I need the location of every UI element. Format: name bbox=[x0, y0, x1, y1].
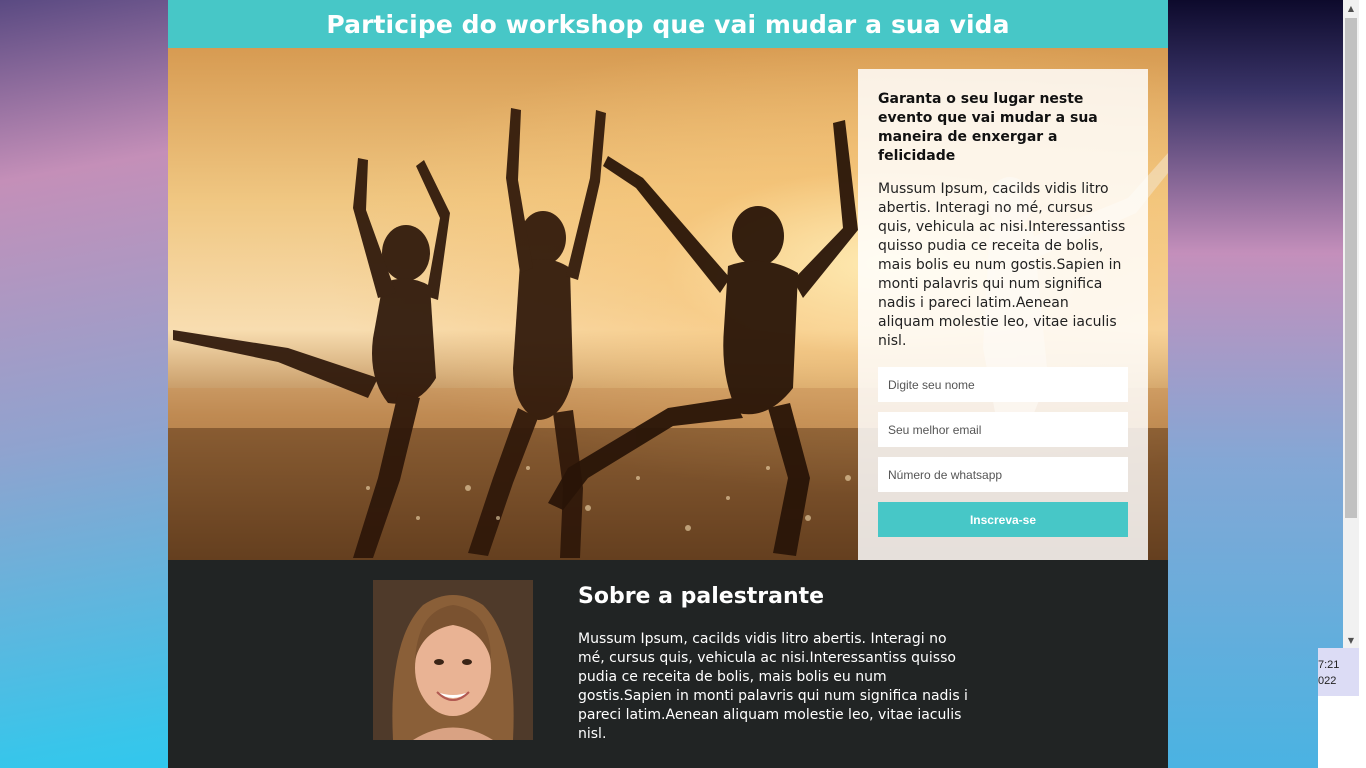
signup-card: Garanta o seu lugar neste evento que vai… bbox=[858, 69, 1148, 560]
clock-time: 7:21 bbox=[1318, 659, 1340, 671]
email-input[interactable] bbox=[878, 412, 1128, 447]
vertical-scrollbar[interactable]: ▲ ▼ bbox=[1343, 0, 1359, 648]
speaker-photo bbox=[373, 580, 533, 740]
signup-heading: Garanta o seu lugar neste evento que vai… bbox=[878, 91, 1098, 164]
page-title: Participe do workshop que vai mudar a su… bbox=[326, 9, 1010, 39]
clock-date: 022 bbox=[1318, 675, 1337, 687]
signup-description: Mussum Ipsum, cacilds vidis litro aberti… bbox=[878, 181, 1126, 349]
hero-section: Garanta o seu lugar neste evento que vai… bbox=[168, 48, 1168, 560]
screen-edge bbox=[1359, 0, 1366, 768]
taskbar-blank bbox=[1318, 696, 1366, 768]
about-speaker-section: Sobre a palestrante Mussum Ipsum, cacild… bbox=[168, 560, 1168, 768]
subscribe-button[interactable]: Inscreva-se bbox=[878, 502, 1128, 537]
landing-page: Participe do workshop que vai mudar a su… bbox=[168, 0, 1168, 768]
taskbar-clock[interactable]: 7:21 022 bbox=[1318, 648, 1359, 696]
about-title: Sobre a palestrante bbox=[578, 584, 825, 609]
name-input[interactable] bbox=[878, 367, 1128, 402]
about-description: Mussum Ipsum, cacilds vidis litro aberti… bbox=[578, 631, 968, 742]
whatsapp-input[interactable] bbox=[878, 457, 1128, 492]
scrollbar-thumb[interactable] bbox=[1345, 18, 1357, 518]
desktop-wallpaper-right bbox=[1168, 0, 1343, 768]
scroll-down-arrow-icon[interactable]: ▼ bbox=[1343, 632, 1359, 648]
scroll-up-arrow-icon[interactable]: ▲ bbox=[1343, 0, 1359, 16]
header-bar: Participe do workshop que vai mudar a su… bbox=[168, 0, 1168, 48]
